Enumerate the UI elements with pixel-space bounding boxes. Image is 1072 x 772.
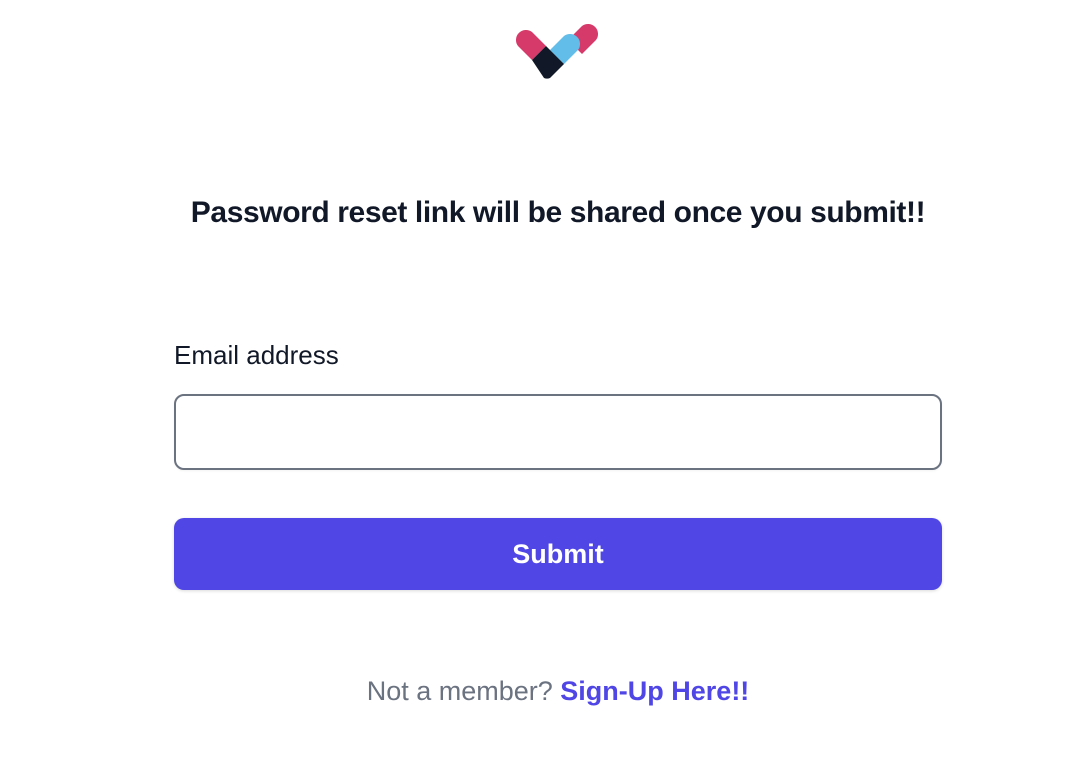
reset-form: Email address Submit xyxy=(174,336,942,590)
submit-button[interactable]: Submit xyxy=(174,518,942,590)
signup-prompt-text: Not a member? xyxy=(366,676,553,706)
heart-pill-logo-icon xyxy=(516,23,598,79)
email-field[interactable] xyxy=(174,394,942,470)
email-label: Email address xyxy=(174,340,339,370)
page-title: Password reset link will be shared once … xyxy=(190,196,926,229)
signup-link[interactable]: Sign-Up Here!! xyxy=(560,676,749,706)
signup-prompt: Not a member? Sign-Up Here!! xyxy=(0,676,1072,707)
password-reset-page: Password reset link will be shared once … xyxy=(0,0,1072,772)
